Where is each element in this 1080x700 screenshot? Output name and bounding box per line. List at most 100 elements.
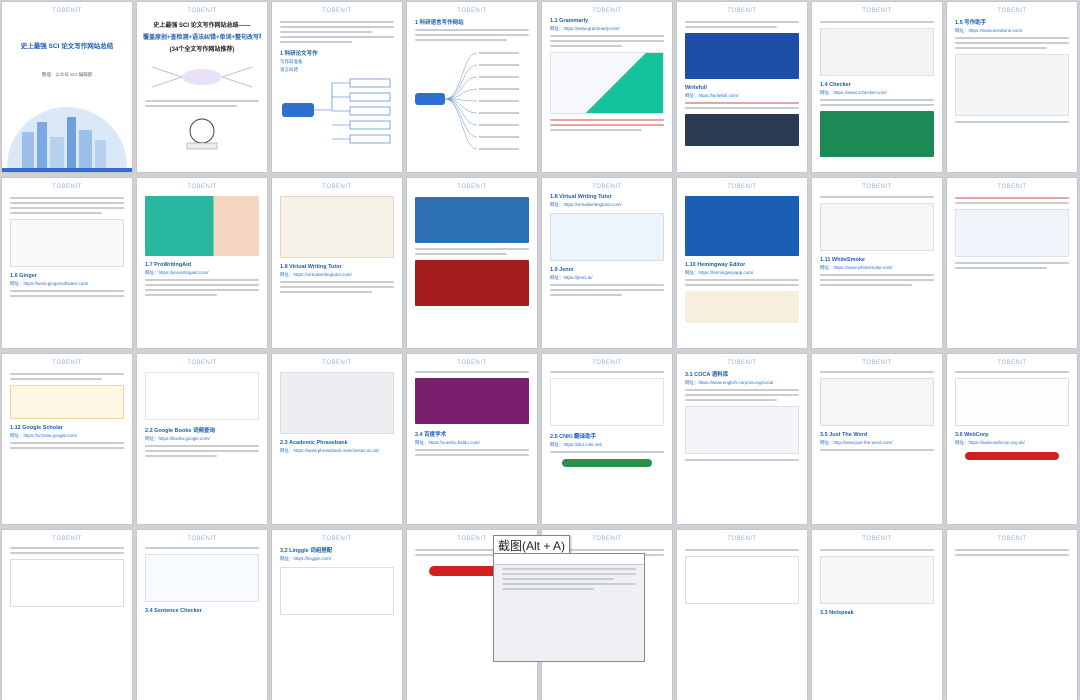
page-cover[interactable]: TOBENIT 史上最强 SCI 论文写作网站总结 整理：公众号 SCI 编辑部 (2, 2, 132, 172)
website-screenshot (820, 111, 934, 157)
site-link[interactable]: 网址：https://books.google.com/ (145, 436, 259, 442)
page-23[interactable]: TOBENIT 3.5 Just The Word 网址：http://www.… (812, 354, 942, 524)
page-31[interactable]: TOBENIT 3.3 Netspeak (812, 530, 942, 700)
page-21[interactable]: TOBENIT 2.5 CNKI 翻译助手 网址：https://dict.cn… (542, 354, 672, 524)
page-28[interactable]: TOBENIT (407, 530, 537, 700)
watermark: TOBENIT (52, 360, 82, 366)
page-26[interactable]: TOBENIT 3.4 Sentence Checker (137, 530, 267, 700)
website-screenshot (685, 33, 799, 79)
site-link[interactable]: 网址：https://www.webcorp.org.uk/ (955, 440, 1069, 446)
page-13[interactable]: TOBENIT 1.8 Virtual Writing Tutor 网址：htt… (542, 178, 672, 348)
site-link[interactable]: 网址：https://virtualwritingtutor.com/ (550, 202, 664, 208)
section-heading: 1.4 Checker (820, 82, 851, 88)
page-9[interactable]: TOBENIT 1.6 Ginger 网址：https://www.ginger… (2, 178, 132, 348)
section-heading: 1.8 Virtual Writing Tutor (550, 194, 612, 200)
section-heading: 3.3 Netspeak (820, 610, 854, 616)
site-link[interactable]: 网址：https://jenni.ai/ (550, 275, 664, 281)
website-screenshot (820, 28, 934, 76)
site-link[interactable]: 网址：https://xueshu.baidu.com/ (415, 440, 529, 446)
watermark: TOBENIT (52, 184, 82, 190)
page-3[interactable]: TOBENIT 1 科研论文写作 写作前准备 语言纠错 (272, 2, 402, 172)
flowchart-diagram (282, 78, 391, 144)
page-5[interactable]: TOBENIT 1.1 Grammarly 网址：https://www.gra… (542, 2, 672, 172)
page-27[interactable]: TOBENIT 3.2 Linggle 词组搭配 网址：https://ling… (272, 530, 402, 700)
cover-city-illustration (2, 107, 132, 172)
website-screenshot (955, 209, 1069, 257)
watermark: TOBENIT (862, 360, 892, 366)
watermark: TOBENIT (862, 8, 892, 14)
page-2[interactable]: TOBENIT 史上最强 SCI 论文写作网站总结—— 覆盖原创+查检测+语法纠… (137, 2, 267, 172)
site-link[interactable]: 网址：https://www.phrasebank.manchester.ac.… (280, 448, 394, 454)
website-screenshot (10, 219, 124, 267)
watermark: TOBENIT (997, 536, 1027, 542)
watermark: TOBENIT (592, 8, 622, 14)
tree-diagram (415, 52, 519, 150)
website-screenshot (550, 213, 664, 261)
page-7[interactable]: TOBENIT 1.4 Checker 网址：https://www.1chec… (812, 2, 942, 172)
site-link[interactable]: 网址：https://hemingwayapp.com/ (685, 270, 799, 276)
watermark: TOBENIT (862, 536, 892, 542)
watermark: TOBENIT (187, 8, 217, 14)
page-10[interactable]: TOBENIT 1.7 ProWritingAid 网址：https://pro… (137, 178, 267, 348)
website-screenshot (415, 378, 529, 424)
section-heading: 1.6 Ginger (10, 273, 37, 279)
page-subheading: 覆盖原创+查检测+语法纠错+单词+整句改写等 (143, 35, 261, 41)
website-screenshot (415, 197, 529, 243)
list-item: 语言纠错 (280, 67, 298, 72)
watermark: TOBENIT (997, 184, 1027, 190)
page-24[interactable]: TOBENIT 3.6 WebCorp 网址：https://www.webco… (947, 354, 1077, 524)
watermark: TOBENIT (997, 8, 1027, 14)
website-screenshot (550, 52, 664, 114)
page-11[interactable]: TOBENIT 1.8 Virtual Writing Tutor 网址：htt… (272, 178, 402, 348)
site-link[interactable]: 网址：https://www.1checker.com/ (820, 90, 934, 96)
page-6[interactable]: TOBENIT Writefull 网址：https://writefull.c… (677, 2, 807, 172)
page-15[interactable]: TOBENIT 1.11 WhiteSmoke 网址：https://www.w… (812, 178, 942, 348)
cover-subtitle: 整理：公众号 SCI 编辑部 (41, 72, 93, 77)
watermark: TOBENIT (322, 184, 352, 190)
site-link[interactable]: 网址：https://www.wordtune.com/ (955, 28, 1069, 34)
site-link[interactable]: 网址：https://scholar.google.com/ (10, 433, 124, 439)
page-4[interactable]: TOBENIT 1 科研语言写作网站 (407, 2, 537, 172)
red-banner (965, 452, 1059, 460)
page-29[interactable]: TOBENIT (542, 530, 672, 700)
website-screenshot (280, 567, 394, 615)
page-22[interactable]: TOBENIT 3.1 COCA 语料库 网址：https://www.engl… (677, 354, 807, 524)
site-link[interactable]: 网址：https://www.grammarly.com/ (550, 26, 664, 32)
page-16[interactable]: TOBENIT (947, 178, 1077, 348)
website-screenshot (685, 406, 799, 454)
website-screenshot (145, 196, 259, 256)
page-30[interactable]: TOBENIT (677, 530, 807, 700)
watermark: TOBENIT (727, 8, 757, 14)
section-heading: 2.3 Academic Phrasebank (280, 440, 348, 446)
page-8[interactable]: TOBENIT 1.5 写作助手 网址：https://www.wordtune… (947, 2, 1077, 172)
site-link[interactable]: 网址：https://prowritingaid.com/ (145, 270, 259, 276)
page-19[interactable]: TOBENIT 2.3 Academic Phrasebank 网址：https… (272, 354, 402, 524)
site-link[interactable]: 网址：https://www.whitesmoke.com/ (820, 265, 934, 271)
watermark: TOBENIT (457, 536, 487, 542)
site-link[interactable]: 网址：http://www.just-the-word.com/ (820, 440, 934, 446)
cover-title: 史上最强 SCI 论文写作网站总结 (20, 43, 114, 50)
site-link[interactable]: 网址：https://linggle.com/ (280, 556, 394, 562)
section-heading: 1.11 WhiteSmoke (820, 257, 865, 263)
page-20[interactable]: TOBENIT 2.4 百度学术 网址：https://xueshu.baidu… (407, 354, 537, 524)
site-link[interactable]: 网址：https://www.english-corpora.org/coca/ (685, 380, 799, 386)
website-screenshot (145, 372, 259, 420)
list-item: 写作前准备 (280, 59, 303, 64)
website-screenshot (10, 559, 124, 607)
watermark: TOBENIT (727, 360, 757, 366)
watermark: TOBENIT (187, 360, 217, 366)
page-25[interactable]: TOBENIT (2, 530, 132, 700)
site-link[interactable]: 网址：https://www.gingersoftware.com/ (10, 281, 124, 287)
website-screenshot (10, 385, 124, 419)
page-12[interactable]: TOBENIT (407, 178, 537, 348)
page-17[interactable]: TOBENIT 1.12 Google Scholar 网址：https://s… (2, 354, 132, 524)
page-18[interactable]: TOBENIT 2.2 Google Books 词频查询 网址：https:/… (137, 354, 267, 524)
watermark: TOBENIT (592, 536, 622, 542)
page-32[interactable]: TOBENIT (947, 530, 1077, 700)
website-screenshot (280, 372, 394, 434)
page-14[interactable]: TOBENIT 1.10 Hemingway Editor 网址：https:/… (677, 178, 807, 348)
site-link[interactable]: 网址：https://virtualwritingtutor.com/ (280, 272, 394, 278)
site-link[interactable]: 网址：https://dict.cnki.net/ (550, 442, 664, 448)
website-screenshot (280, 196, 394, 258)
site-link[interactable]: 网址：https://writefull.com/ (685, 93, 799, 99)
